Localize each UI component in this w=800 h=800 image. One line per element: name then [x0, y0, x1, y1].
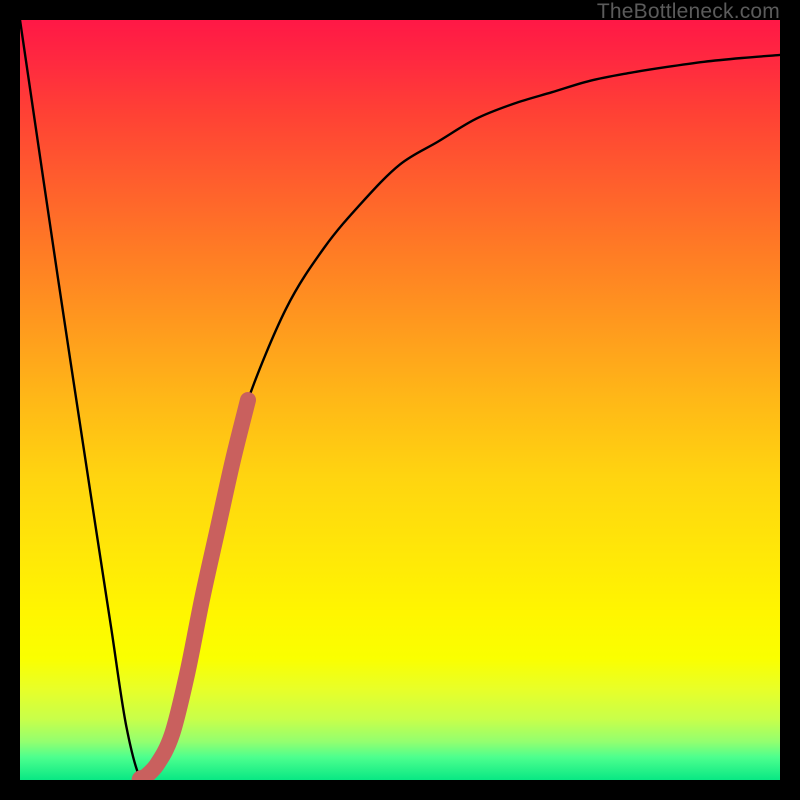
chart-frame: TheBottleneck.com: [0, 0, 800, 800]
highlight-segment: [142, 400, 248, 780]
curve-svg: [20, 20, 780, 780]
plot-area: [20, 20, 780, 780]
bottleneck-curve: [20, 20, 780, 780]
